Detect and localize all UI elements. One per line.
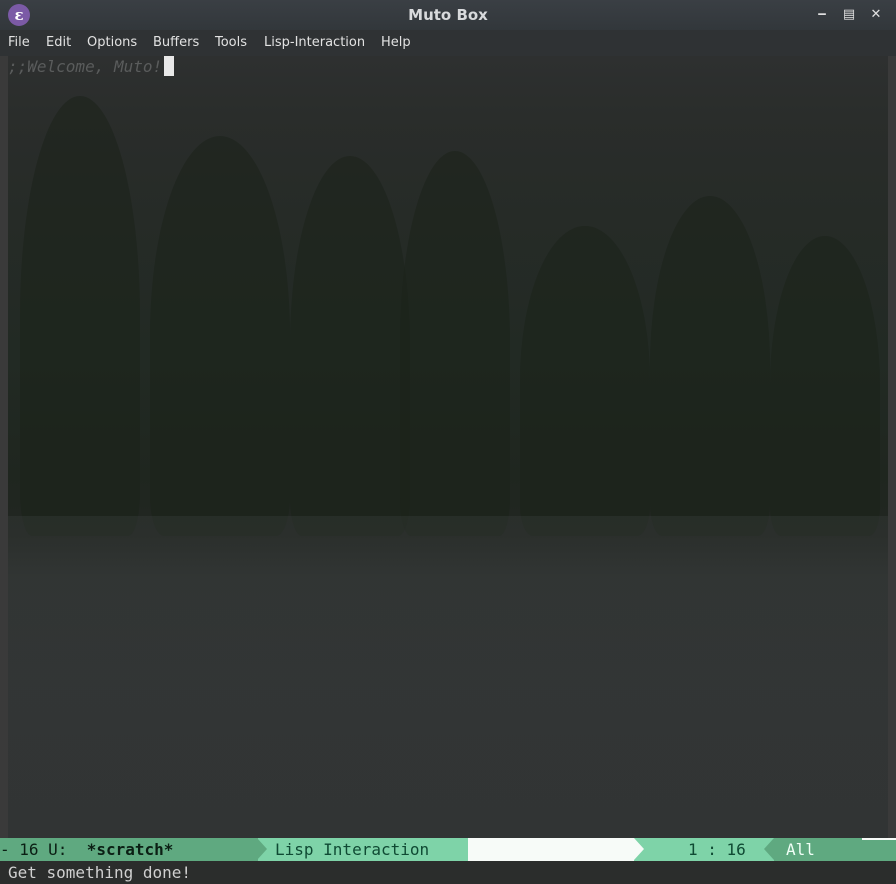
background-tree: [150, 136, 290, 536]
major-mode-label: Lisp Interaction: [275, 840, 430, 859]
comment-text: ;;Welcome, Muto!: [8, 57, 163, 76]
modeline-status: - 16 U: *scratch*: [0, 838, 258, 861]
minimize-icon[interactable]: ‒: [812, 5, 832, 25]
menu-tools[interactable]: Tools: [215, 30, 247, 56]
modeline-spacer: [468, 838, 634, 861]
menu-options[interactable]: Options: [87, 30, 137, 56]
modeline-corner: [862, 838, 896, 840]
menu-file[interactable]: File: [8, 30, 30, 56]
title-bar: ε Muto Box ‒ ▤ ✕: [0, 0, 896, 30]
buffer-line: ;;Welcome, Muto!: [8, 56, 175, 78]
text-cursor: [164, 56, 175, 76]
background-tree: [770, 236, 880, 536]
modeline-major-mode[interactable]: Lisp Interaction: [257, 838, 478, 861]
buffer-percent: All: [786, 840, 815, 859]
modeline-status-text: - 16 U:: [0, 840, 87, 859]
right-fringe: [888, 56, 896, 838]
maximize-icon[interactable]: ▤: [839, 5, 859, 25]
background-tree: [290, 156, 410, 536]
menu-edit[interactable]: Edit: [46, 30, 71, 56]
close-icon[interactable]: ✕: [866, 5, 886, 25]
left-fringe: [0, 56, 8, 838]
menu-help[interactable]: Help: [381, 30, 411, 56]
background-river: [8, 516, 888, 838]
background-tree: [520, 226, 650, 536]
background-tree: [400, 151, 510, 536]
menu-lisp-interaction[interactable]: Lisp-Interaction: [264, 30, 365, 56]
background-tree: [650, 196, 770, 536]
menu-bar: File Edit Options Buffers Tools Lisp-Int…: [0, 30, 896, 56]
cursor-position: 1 : 16: [688, 840, 746, 859]
window-title: Muto Box: [408, 6, 488, 24]
mode-line: - 16 U: *scratch* Lisp Interaction 1 : 1…: [0, 838, 896, 861]
echo-area: Get something done!: [0, 861, 896, 884]
menu-buffers[interactable]: Buffers: [153, 30, 199, 56]
buffer-name[interactable]: *scratch*: [87, 840, 174, 859]
modeline-percent: All: [764, 838, 896, 861]
background-tree: [20, 96, 140, 536]
modeline-position: 1 : 16: [634, 838, 774, 861]
editor-buffer[interactable]: ;;Welcome, Muto!: [0, 56, 896, 838]
